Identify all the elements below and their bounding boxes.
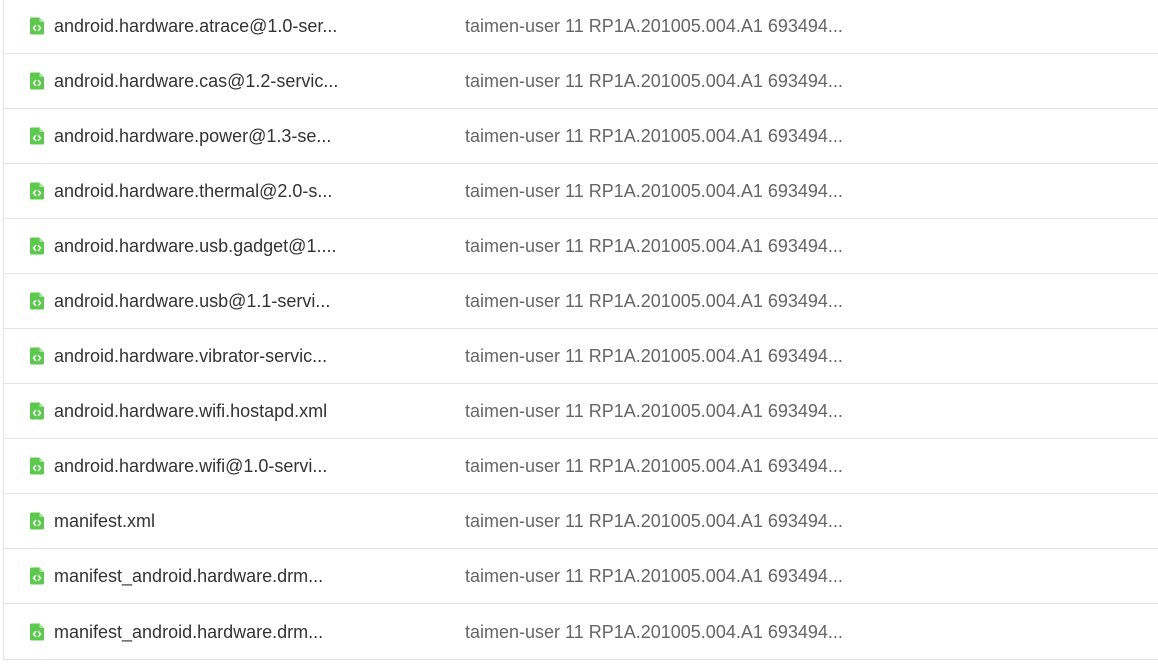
code-file-icon <box>30 72 44 90</box>
commit-message-link[interactable]: taimen-user 11 RP1A.201005.004.A1 693494… <box>465 345 857 367</box>
code-file-icon <box>30 292 44 310</box>
code-file-icon <box>30 182 44 200</box>
code-file-icon <box>30 17 44 35</box>
file-row[interactable]: android.hardware.wifi.hostapd.xml taimen… <box>4 384 1158 439</box>
code-file-icon <box>30 567 44 585</box>
file-row[interactable]: manifest_android.hardware.drm... taimen-… <box>4 604 1158 659</box>
file-name-link[interactable]: android.hardware.wifi@1.0-servi... <box>54 455 354 477</box>
file-list: android.hardware.atrace@1.0-ser... taime… <box>3 0 1158 660</box>
file-row[interactable]: android.hardware.usb.gadget@1.... taimen… <box>4 219 1158 274</box>
file-name-link[interactable]: manifest.xml <box>54 510 354 532</box>
commit-message-link[interactable]: taimen-user 11 RP1A.201005.004.A1 693494… <box>465 510 857 532</box>
file-name-link[interactable]: manifest_android.hardware.drm... <box>54 565 354 587</box>
code-file-icon <box>30 512 44 530</box>
code-file-icon <box>30 402 44 420</box>
file-row[interactable]: android.hardware.wifi@1.0-servi... taime… <box>4 439 1158 494</box>
commit-message-link[interactable]: taimen-user 11 RP1A.201005.004.A1 693494… <box>465 400 857 422</box>
commit-message-link[interactable]: taimen-user 11 RP1A.201005.004.A1 693494… <box>465 125 857 147</box>
file-name-link[interactable]: android.hardware.atrace@1.0-ser... <box>54 15 354 37</box>
commit-message-link[interactable]: taimen-user 11 RP1A.201005.004.A1 693494… <box>465 455 857 477</box>
code-file-icon <box>30 127 44 145</box>
file-name-link[interactable]: manifest_android.hardware.drm... <box>54 621 354 643</box>
commit-message-link[interactable]: taimen-user 11 RP1A.201005.004.A1 693494… <box>465 70 857 92</box>
file-name-link[interactable]: android.hardware.power@1.3-se... <box>54 125 354 147</box>
file-name-link[interactable]: android.hardware.vibrator-servic... <box>54 345 354 367</box>
file-row[interactable]: android.hardware.cas@1.2-servic... taime… <box>4 54 1158 109</box>
commit-message-link[interactable]: taimen-user 11 RP1A.201005.004.A1 693494… <box>465 621 857 643</box>
file-name-link[interactable]: android.hardware.thermal@2.0-s... <box>54 180 354 202</box>
file-row[interactable]: android.hardware.power@1.3-se... taimen-… <box>4 109 1158 164</box>
commit-message-link[interactable]: taimen-user 11 RP1A.201005.004.A1 693494… <box>465 15 857 37</box>
file-row[interactable]: manifest_android.hardware.drm... taimen-… <box>4 549 1158 604</box>
file-row[interactable]: android.hardware.atrace@1.0-ser... taime… <box>4 0 1158 54</box>
commit-message-link[interactable]: taimen-user 11 RP1A.201005.004.A1 693494… <box>465 565 857 587</box>
file-row[interactable]: android.hardware.vibrator-servic... taim… <box>4 329 1158 384</box>
commit-message-link[interactable]: taimen-user 11 RP1A.201005.004.A1 693494… <box>465 290 857 312</box>
file-name-link[interactable]: android.hardware.cas@1.2-servic... <box>54 70 354 92</box>
file-row[interactable]: android.hardware.usb@1.1-servi... taimen… <box>4 274 1158 329</box>
commit-message-link[interactable]: taimen-user 11 RP1A.201005.004.A1 693494… <box>465 235 857 257</box>
code-file-icon <box>30 623 44 640</box>
file-row[interactable]: manifest.xml taimen-user 11 RP1A.201005.… <box>4 494 1158 549</box>
commit-message-link[interactable]: taimen-user 11 RP1A.201005.004.A1 693494… <box>465 180 857 202</box>
code-file-icon <box>30 347 44 365</box>
file-name-link[interactable]: android.hardware.usb@1.1-servi... <box>54 290 354 312</box>
code-file-icon <box>30 457 44 475</box>
code-file-icon <box>30 237 44 255</box>
file-row[interactable]: android.hardware.thermal@2.0-s... taimen… <box>4 164 1158 219</box>
file-name-link[interactable]: android.hardware.usb.gadget@1.... <box>54 235 354 257</box>
file-name-link[interactable]: android.hardware.wifi.hostapd.xml <box>54 400 354 422</box>
